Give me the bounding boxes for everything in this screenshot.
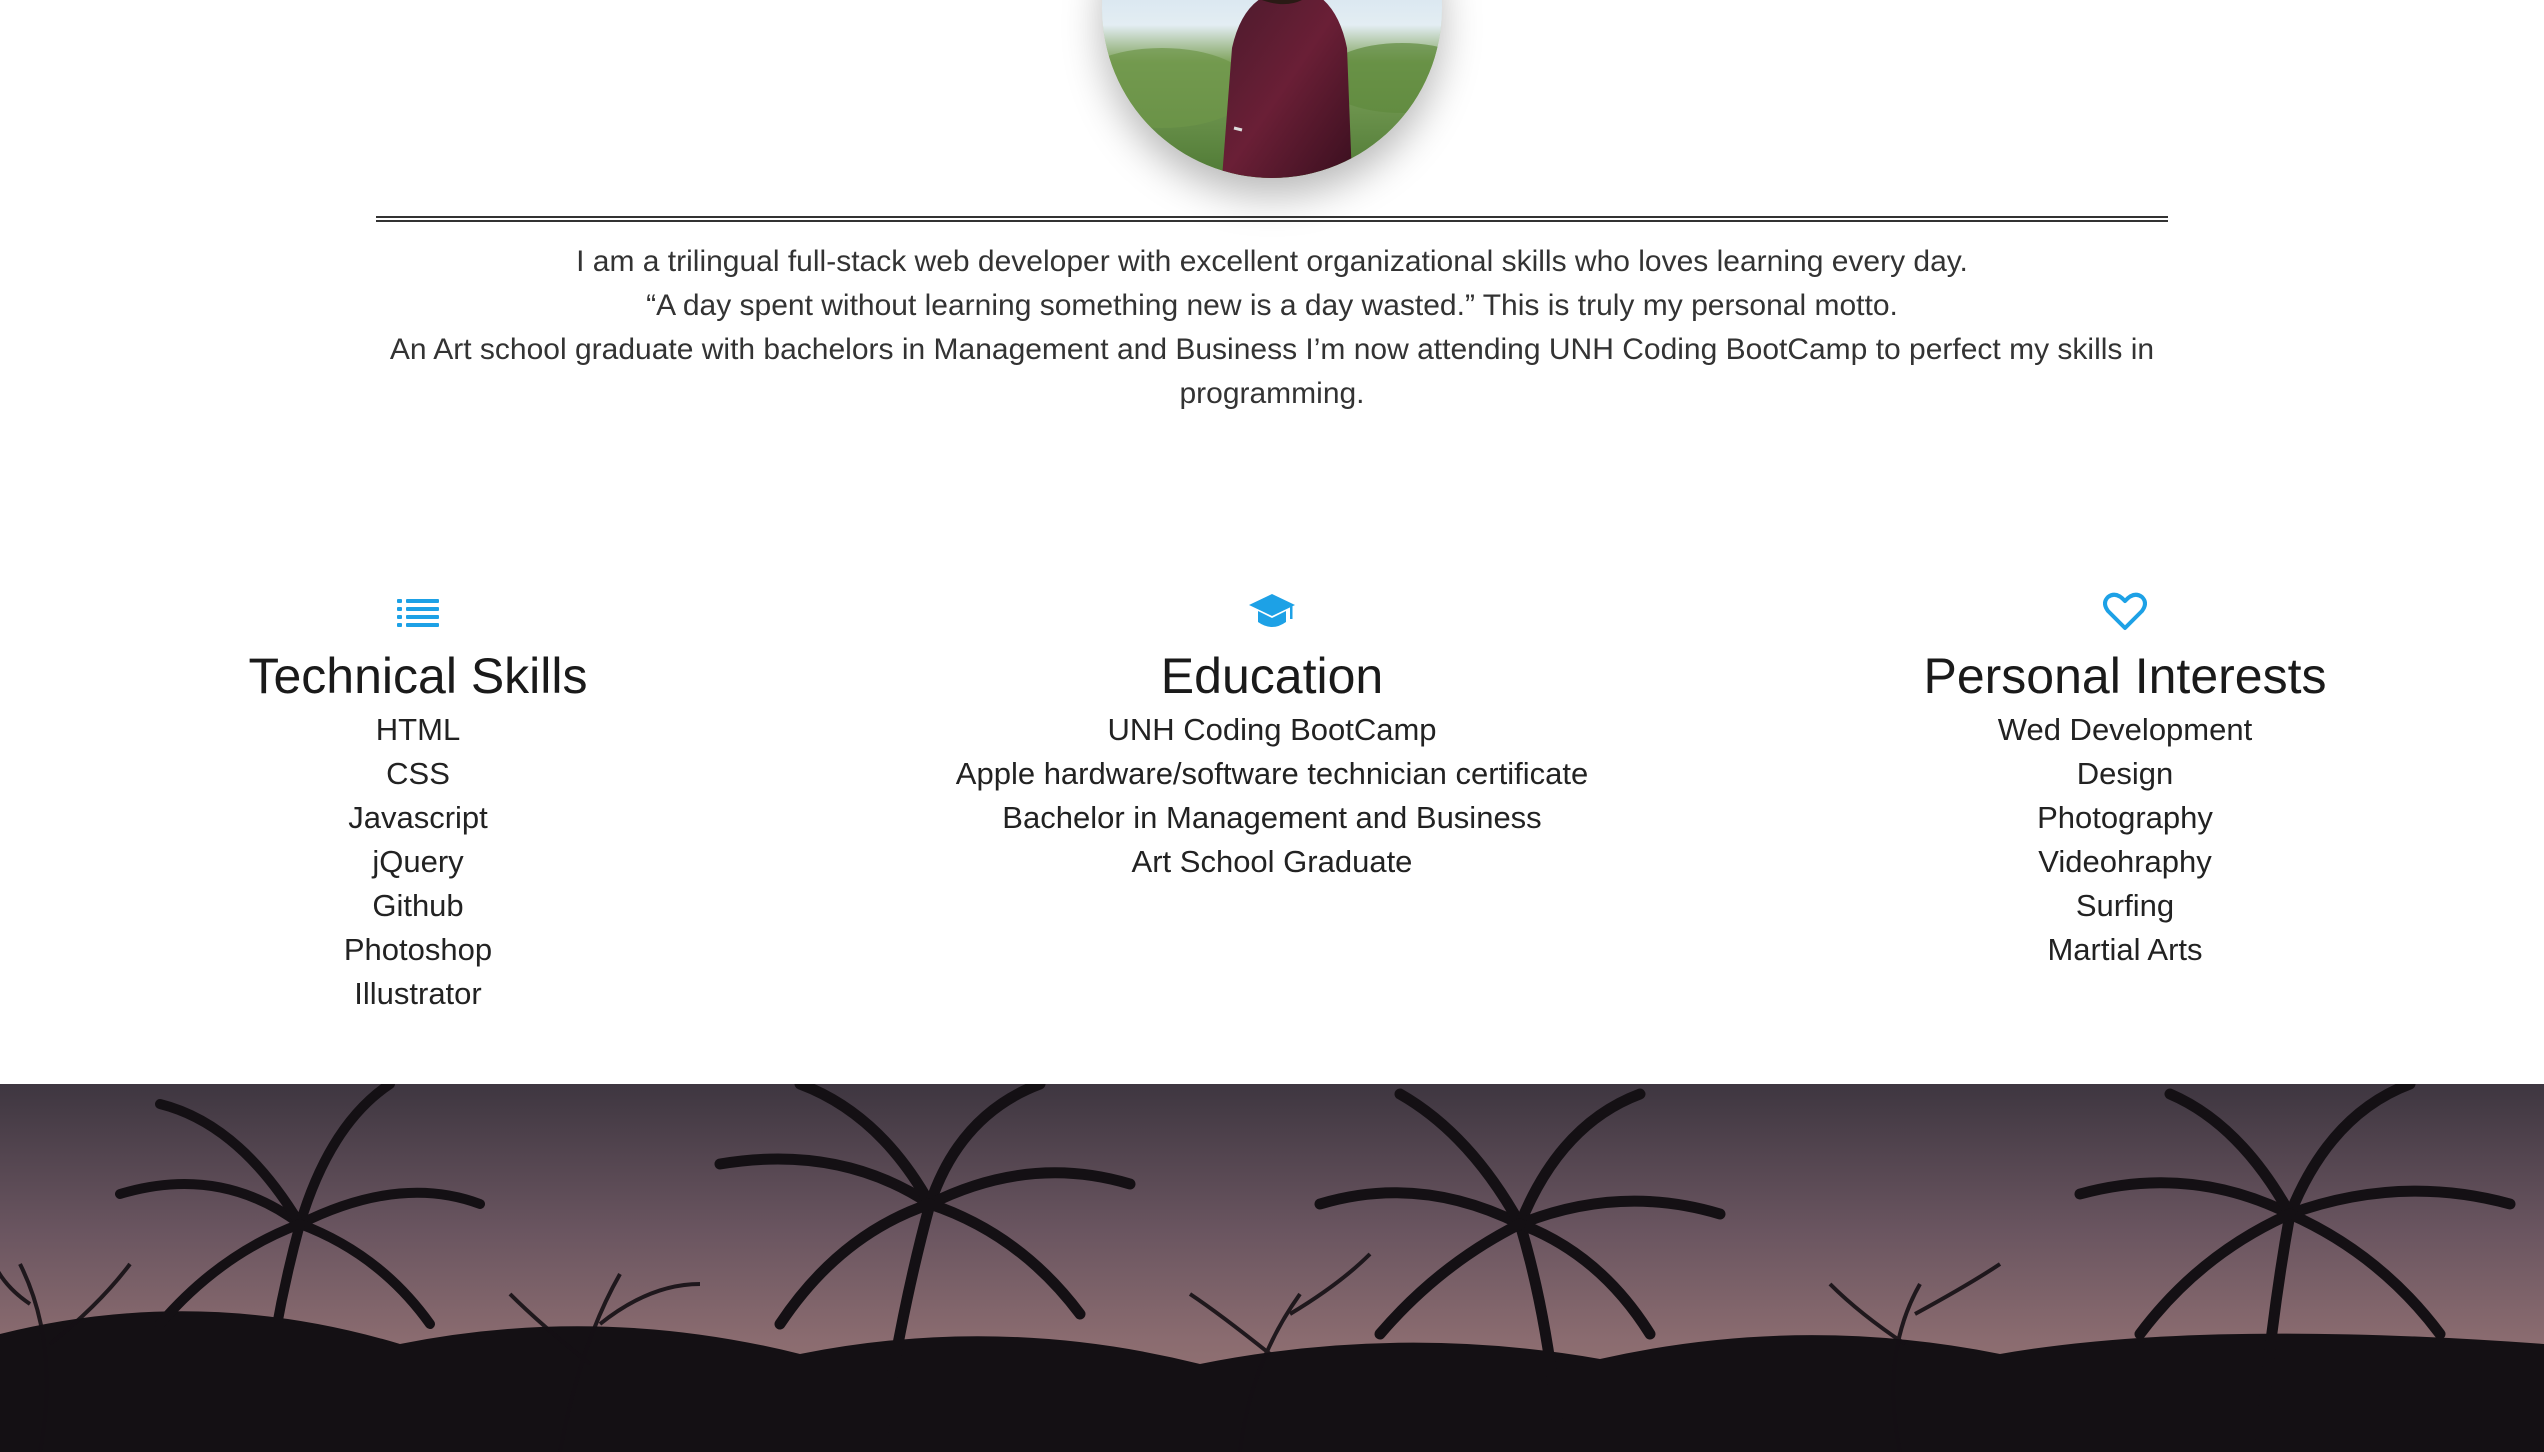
list-item: UNH Coding BootCamp: [1107, 712, 1437, 747]
list-item: Github: [372, 888, 464, 923]
technical-skills-title: Technical Skills: [248, 648, 588, 704]
personal-interests-section: Personal Interests Wed Development Desig…: [1745, 586, 2505, 972]
heart-icon: [1745, 586, 2505, 638]
palm-silhouette-image: [0, 1084, 2544, 1452]
graduation-cap-icon: [892, 586, 1652, 638]
list-item: Bachelor in Management and Business: [1002, 800, 1542, 835]
technical-skills-section: Technical Skills HTML CSS Javascript jQu…: [38, 586, 798, 1016]
about-line-3: An Art school graduate with bachelors in…: [389, 333, 2155, 410]
avatar-photo: [1102, 0, 1442, 178]
list-item: HTML: [375, 712, 461, 747]
list-item: Javascript: [348, 800, 488, 835]
list-item: Illustrator: [354, 976, 482, 1011]
list-item: CSS: [386, 756, 450, 791]
list-icon: [38, 586, 798, 638]
technical-skills-list: HTML CSS Javascript jQuery Github Photos…: [38, 708, 798, 1016]
list-item: Photoshop: [343, 932, 493, 967]
list-item: Videohraphy: [2038, 844, 2212, 879]
list-item: Surfing: [2075, 888, 2175, 923]
double-divider: [376, 216, 2168, 222]
list-item: Martial Arts: [2047, 932, 2203, 967]
education-title: Education: [1160, 648, 1384, 704]
about-line-2: “A day spent without learning something …: [646, 289, 1898, 322]
list-item: Design: [2076, 756, 2174, 791]
page: I am a trilingual full-stack web develop…: [0, 0, 2544, 1452]
avatar: [1102, 0, 1442, 178]
personal-interests-title: Personal Interests: [1923, 648, 2327, 704]
list-item: Art School Graduate: [1131, 844, 1413, 879]
list-item: jQuery: [372, 844, 464, 879]
list-item: Photography: [2037, 800, 2213, 835]
education-list: UNH Coding BootCamp Apple hardware/softw…: [892, 708, 1652, 884]
about-text: I am a trilingual full-stack web develop…: [370, 240, 2174, 416]
list-item: Apple hardware/software technician certi…: [955, 756, 1589, 791]
personal-interests-list: Wed Development Design Photography Video…: [1745, 708, 2505, 972]
education-section: Education UNH Coding BootCamp Apple hard…: [892, 586, 1652, 884]
palm-trees-banner: [0, 1084, 2544, 1452]
list-item: Wed Development: [1997, 712, 2253, 747]
about-line-1: I am a trilingual full-stack web develop…: [576, 245, 1968, 278]
